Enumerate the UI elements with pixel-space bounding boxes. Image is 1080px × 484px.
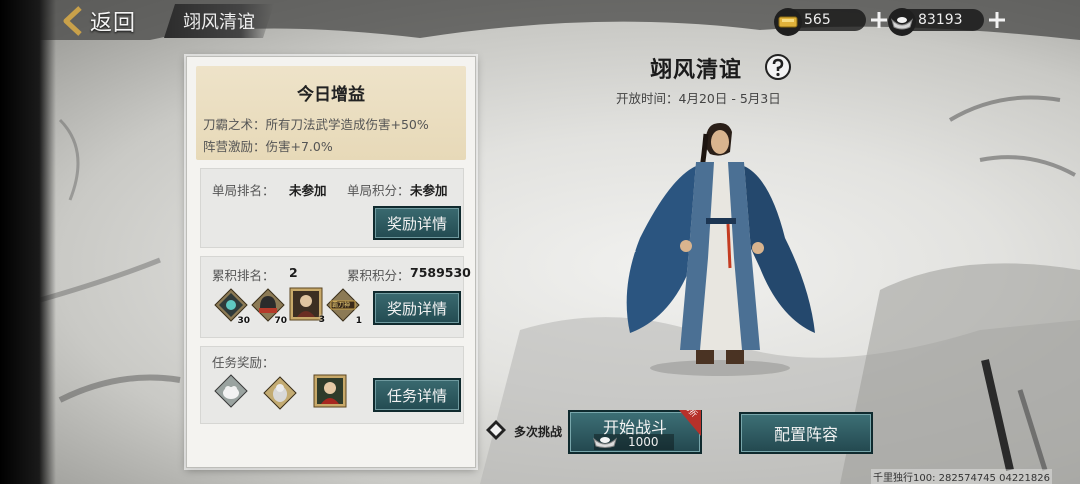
configure-lineup-button[interactable]: 配置阵容 [739,412,873,454]
silver-ingot-icon [888,8,916,36]
single-rank-label: 单局排名： [212,183,275,198]
back-button[interactable]: 返回 [60,2,152,40]
buff-title: 今日增益 [297,85,365,105]
silver-currency: 83193 [888,7,1006,36]
single-score-value: 未参加 [410,183,448,198]
item-count: 30 [237,316,250,326]
chevron-left-icon [63,6,82,36]
daily-buff-box: 今日增益 刀霸之术：所有刀法武学造成伤害+50% 阵营激励：伤害+7.0% [196,66,466,160]
task-details-button[interactable]: 任务详情 [373,378,461,412]
silver-amount: 83193 [918,12,963,28]
multi-challenge-label: 多次挑战 [514,425,563,439]
reward-item-title-badge[interactable]: 霸刀神 1 [326,288,362,326]
multi-challenge-checkbox[interactable] [486,420,506,440]
cumulative-score-label: 累积积分： [347,268,410,283]
cumulative-reward-details-button[interactable]: 奖励详情 [373,291,461,325]
single-score-label: 单局积分： [347,183,410,198]
red-robed-portrait-icon [313,374,347,408]
page-title-tab: 翊风清谊 [164,4,274,38]
page-title: 翊风清谊 [183,12,255,33]
question-help-icon[interactable] [764,53,792,81]
player-watermark: 千里独行100: 282574745 04221826 [871,469,1052,484]
item-count: 3 [318,315,325,325]
cumulative-rank-value: 2 [289,265,298,280]
gold-amount: 565 [804,12,831,28]
ink-landscape-background [0,0,1080,484]
start-cost-value: 1000 [628,435,659,449]
game-screen: 返回 翊风清谊 565 83193 今日增益 刀霸之术：所有刀法武学造成伤害+5… [0,0,1080,484]
open-time: 开放时间：4月20日 - 5月3日 [616,91,781,106]
single-rank-value: 未参加 [289,183,327,198]
reward-item-dark-token[interactable]: 30 [214,288,250,326]
event-name: 翊风清谊 [650,58,743,83]
single-reward-details-button[interactable]: 奖励详情 [373,206,461,240]
buff-line-1: 刀霸之术：所有刀法武学造成伤害+50% [203,117,429,132]
cumulative-score-value: 7589530 [410,265,471,280]
reward-item-portrait[interactable]: 3 [289,287,325,325]
task-reward-label: 任务奖励： [212,355,275,370]
gold-ingot-icon [774,8,802,36]
back-label: 返回 [90,11,137,36]
start-battle-button[interactable]: 开始战斗 1000 [568,410,702,454]
gold-currency: 565 [774,7,888,36]
item-count: 70 [274,316,287,326]
task-item-cat-figure[interactable] [263,376,297,410]
silver-ingot-icon [593,437,617,448]
reward-item-helmet[interactable]: 70 [251,288,287,326]
white-cat-icon [214,374,248,408]
task-item-white-cat[interactable] [214,374,248,408]
add-silver-icon[interactable] [988,11,1006,29]
badge-text: 霸刀神 [332,302,351,309]
task-item-portrait[interactable] [313,374,347,408]
cat-figure-icon [263,376,297,410]
item-count: 1 [355,316,362,326]
left-edge-shadow [0,0,56,484]
buff-line-2: 阵营激励：伤害+7.0% [203,139,333,154]
hero-character-figure [626,123,815,376]
cumulative-rank-label: 累积排名： [212,268,275,283]
